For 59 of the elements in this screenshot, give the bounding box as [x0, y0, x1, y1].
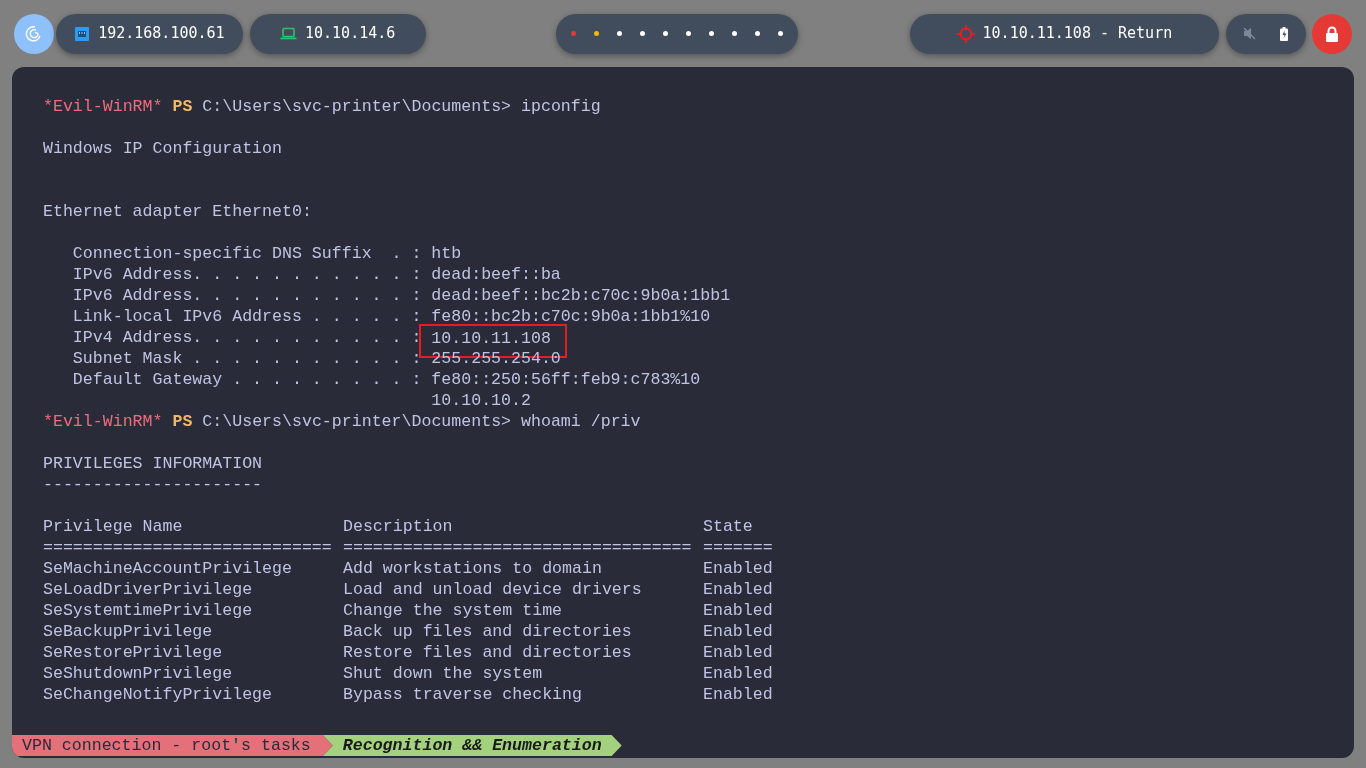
table-cell: SeSystemtimePrivilege [43, 601, 253, 620]
column-rule: =================================== [343, 538, 692, 557]
table-cell: Load and unload device drivers [343, 580, 642, 599]
table-cell: Add workstations to domain [343, 559, 602, 578]
table-cell: SeChangeNotifyPrivilege [43, 685, 273, 704]
vpn-ip: 10.10.14.6 [305, 23, 396, 45]
output-line: IPv6 Address. . . . . . . . . . . : dead:beef::bc2b:c70c:9b0a:1bb1 [71, 285, 731, 306]
table-cell: Enabled [703, 559, 773, 578]
output-line: Link-local IPv6 Address . . . . . : fe80::bc2b:c70c:9b0a:1bb1%10 [71, 306, 711, 327]
target-label: 10.10.11.108 - Return [982, 23, 1173, 45]
command-text: whoami /priv [521, 412, 641, 431]
output-line: Ethernet adapter Ethernet0: [43, 201, 312, 222]
shell-label: PS [172, 97, 193, 116]
ethernet-ip: 192.168.100.61 [98, 23, 225, 45]
lock-icon [1325, 25, 1339, 42]
session-segment: VPN connection - root's tasks [12, 735, 333, 756]
prompt-label: *Evil-WinRM* [43, 412, 163, 431]
table-cell: SeBackupPrivilege [43, 622, 213, 641]
table-cell: Change the system time [343, 601, 563, 620]
column-header: Description [343, 517, 453, 536]
table-cell: Enabled [703, 685, 773, 704]
table-cell: SeRestorePrivilege [43, 643, 223, 662]
output-line: Default Gateway . . . . . . . . . : fe80::250:56ff:feb9:c783%10 [71, 369, 701, 390]
prompt-path: C:\Users\svc-printer\Documents> [202, 412, 512, 431]
muted-speaker-icon [1243, 27, 1257, 40]
output-line: Windows IP Configuration [43, 138, 282, 159]
column-rule: ============================= [43, 538, 332, 557]
ethernet-icon [74, 25, 91, 42]
table-cell: Shut down the system [343, 664, 543, 683]
output-line: IPv4 Address. . . . . . . . . . . : [71, 327, 423, 348]
table-cell: Back up files and directories [343, 622, 632, 641]
debian-logo-button[interactable] [14, 13, 54, 54]
table-cell: Enabled [703, 664, 773, 683]
shell-label: PS [172, 412, 193, 431]
crosshair-icon [956, 24, 975, 43]
table-cell: Enabled [703, 643, 773, 662]
output-line: Connection-specific DNS Suffix . : htb [71, 243, 462, 264]
table-cell: SeShutdownPrivilege [43, 664, 233, 683]
column-header: Privilege Name [43, 517, 183, 536]
table-cell: Enabled [703, 622, 773, 641]
output-line: PRIVILEGES INFORMATION [43, 453, 263, 474]
output-line: ---------------------- [43, 474, 263, 495]
table-cell: Enabled [703, 580, 773, 599]
laptop-icon [280, 27, 297, 40]
column-rule: ======= [703, 538, 773, 557]
output-line: 10.10.10.2 [430, 390, 531, 411]
prompt-path: C:\Users\svc-printer\Documents> [202, 97, 512, 116]
battery-icon [1280, 26, 1289, 41]
column-header: State [703, 517, 753, 536]
table-cell: Bypass traverse checking [343, 685, 582, 704]
table-cell: SeLoadDriverPrivilege [43, 580, 253, 599]
lock-button[interactable] [1312, 13, 1352, 54]
table-cell: SeMachineAccountPrivilege [43, 559, 292, 578]
table-cell: Restore files and directories [343, 643, 632, 662]
prompt-label: *Evil-WinRM* [43, 97, 163, 116]
window-segment: Recognition && Enumeration [322, 735, 622, 756]
table-cell: Enabled [703, 601, 773, 620]
output-line: IPv6 Address. . . . . . . . . . . : dead:beef::ba [71, 264, 561, 285]
command-text: ipconfig [521, 97, 601, 116]
